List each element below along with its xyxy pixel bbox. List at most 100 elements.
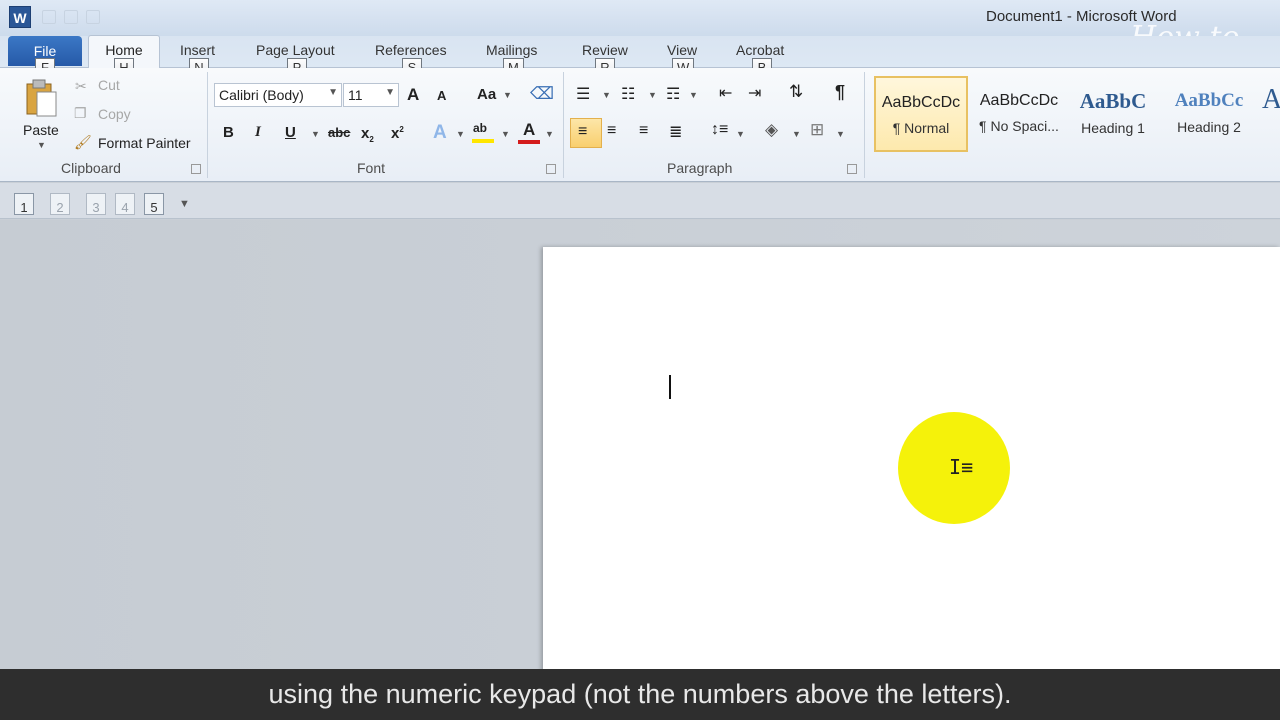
subscript-button[interactable]: x2 bbox=[361, 125, 374, 144]
style-heading-1[interactable]: AaBbC Heading 1 bbox=[1066, 76, 1160, 152]
chevron-down-icon: ▼ bbox=[328, 87, 338, 98]
highlight-color-bar bbox=[472, 139, 494, 143]
tab-insert[interactable]: Insert bbox=[180, 42, 215, 58]
change-case-button[interactable]: Aa bbox=[477, 86, 496, 103]
clipboard-group-label: Clipboard bbox=[61, 160, 121, 176]
font-launcher-icon[interactable] bbox=[546, 164, 556, 174]
increase-indent-icon[interactable]: ⇥ bbox=[748, 83, 761, 103]
copy-icon[interactable]: ❐ bbox=[74, 105, 87, 122]
cut-icon[interactable]: ✂ bbox=[75, 78, 87, 95]
customize-toolbar-icon[interactable]: ▼ bbox=[179, 198, 190, 210]
font-name-combo[interactable]: Calibri (Body) ▼ bbox=[214, 83, 342, 107]
borders-icon[interactable]: ⊞ bbox=[810, 120, 824, 140]
ibeam-cursor-icon: I≡ bbox=[949, 455, 974, 479]
align-center-icon[interactable]: ≡ bbox=[607, 122, 616, 140]
font-color-dropdown-icon[interactable]: ▼ bbox=[545, 129, 554, 139]
text-effects-dropdown-icon[interactable]: ▼ bbox=[456, 129, 465, 139]
document-page[interactable]: I≡ bbox=[543, 247, 1280, 677]
bullets-dropdown-icon[interactable]: ▼ bbox=[602, 90, 611, 100]
borders-dropdown-icon[interactable]: ▼ bbox=[836, 129, 845, 139]
title-bar: W Document1 - Microsoft Word How to bbox=[0, 0, 1280, 55]
paste-dropdown-icon[interactable]: ▼ bbox=[37, 140, 46, 150]
save-icon[interactable] bbox=[42, 10, 56, 24]
group-divider bbox=[563, 72, 564, 178]
italic-button[interactable]: I bbox=[255, 124, 261, 141]
shading-dropdown-icon[interactable]: ▼ bbox=[792, 129, 801, 139]
text-effects-button[interactable]: A bbox=[433, 122, 447, 144]
multilevel-dropdown-icon[interactable]: ▼ bbox=[689, 90, 698, 100]
align-right-icon[interactable]: ≡ bbox=[639, 122, 648, 140]
underline-button[interactable]: U bbox=[285, 124, 296, 141]
align-left-icon: ≡ bbox=[578, 123, 588, 140]
tab-mailings[interactable]: Mailings bbox=[486, 42, 537, 58]
ribbon-tabs: File Home Insert Page Layout References … bbox=[0, 35, 1280, 77]
redo-icon[interactable] bbox=[86, 10, 100, 24]
styles-gallery: AaBbCcDc ¶ Normal AaBbCcDc ¶ No Spaci...… bbox=[872, 76, 1280, 154]
style-title-partial[interactable]: A bbox=[1262, 84, 1280, 116]
style-normal-sample: AaBbCcDc bbox=[881, 94, 961, 111]
strikethrough-button[interactable]: abc bbox=[328, 125, 350, 140]
font-color-button[interactable]: A bbox=[523, 120, 535, 140]
bold-button[interactable]: B bbox=[223, 124, 234, 141]
strip-button-5[interactable]: 5 bbox=[144, 193, 164, 215]
underline-dropdown-icon[interactable]: ▼ bbox=[311, 129, 320, 139]
chevron-down-icon: ▼ bbox=[385, 87, 395, 98]
style-heading-2-name: Heading 2 bbox=[1177, 119, 1241, 135]
show-marks-icon[interactable]: ¶ bbox=[835, 82, 845, 103]
highlight-dropdown-icon[interactable]: ▼ bbox=[501, 129, 510, 139]
word-app-icon[interactable]: W bbox=[9, 6, 31, 28]
clear-formatting-icon[interactable]: ⌫ bbox=[530, 84, 554, 104]
strip-button-3[interactable]: 3 bbox=[86, 193, 106, 215]
style-heading-2[interactable]: AaBbCc Heading 2 bbox=[1162, 76, 1256, 152]
paragraph-launcher-icon[interactable] bbox=[847, 164, 857, 174]
ribbon-home: Paste ▼ ✂ Cut ❐ Copy 🖌 Format Painter Cl… bbox=[0, 68, 1280, 182]
numbering-dropdown-icon[interactable]: ▼ bbox=[648, 90, 657, 100]
caption-bar: using the numeric keypad (not the number… bbox=[0, 669, 1280, 720]
style-no-spacing-sample: AaBbCcDc bbox=[979, 92, 1059, 109]
text-insertion-cursor bbox=[669, 375, 671, 399]
numbering-icon[interactable]: ☷ bbox=[621, 84, 635, 104]
group-divider bbox=[207, 72, 208, 178]
style-no-spacing-name: ¶ No Spaci... bbox=[979, 118, 1059, 134]
line-spacing-dropdown-icon[interactable]: ▼ bbox=[736, 129, 745, 139]
tab-view[interactable]: View bbox=[667, 42, 697, 58]
highlight-button[interactable]: ab bbox=[473, 121, 487, 135]
superscript-button[interactable]: x2 bbox=[391, 125, 404, 142]
paste-icon[interactable] bbox=[24, 78, 58, 118]
style-normal-name: ¶ Normal bbox=[892, 120, 950, 136]
change-case-dropdown-icon[interactable]: ▼ bbox=[503, 90, 512, 100]
format-painter-button[interactable]: Format Painter bbox=[98, 135, 191, 151]
decrease-indent-icon[interactable]: ⇤ bbox=[719, 83, 732, 103]
style-normal[interactable]: AaBbCcDc ¶ Normal bbox=[874, 76, 968, 152]
sort-icon[interactable]: ⇅ bbox=[789, 82, 803, 102]
align-left-button[interactable]: ≡ bbox=[570, 118, 602, 148]
strip-button-4[interactable]: 4 bbox=[115, 193, 135, 215]
shrink-font-button[interactable]: A bbox=[437, 88, 446, 103]
multilevel-list-icon[interactable]: ☶ bbox=[666, 84, 680, 104]
cut-button[interactable]: Cut bbox=[98, 77, 120, 93]
group-divider bbox=[864, 72, 865, 178]
bullets-icon[interactable]: ☰ bbox=[576, 84, 590, 104]
paste-button[interactable]: Paste bbox=[23, 122, 59, 138]
justify-icon[interactable]: ≣ bbox=[669, 122, 682, 142]
line-spacing-icon[interactable]: ↕≡ bbox=[711, 121, 728, 139]
strip-button-2[interactable]: 2 bbox=[50, 193, 70, 215]
style-heading-1-name: Heading 1 bbox=[1081, 120, 1145, 136]
tab-review[interactable]: Review bbox=[582, 42, 628, 58]
clipboard-launcher-icon[interactable] bbox=[191, 164, 201, 174]
style-no-spacing[interactable]: AaBbCcDc ¶ No Spaci... bbox=[972, 76, 1066, 152]
undo-icon[interactable] bbox=[64, 10, 78, 24]
font-color-bar bbox=[518, 140, 540, 144]
style-heading-2-sample: AaBbCc bbox=[1174, 90, 1244, 111]
font-name-value: Calibri (Body) bbox=[219, 87, 304, 103]
tab-references[interactable]: References bbox=[375, 42, 447, 58]
tab-page-layout[interactable]: Page Layout bbox=[256, 42, 335, 58]
tab-acrobat[interactable]: Acrobat bbox=[736, 42, 784, 58]
copy-button[interactable]: Copy bbox=[98, 106, 131, 122]
font-size-combo[interactable]: 11 ▼ bbox=[343, 83, 399, 107]
grow-font-button[interactable]: A bbox=[407, 85, 419, 105]
shading-icon[interactable]: ◈ bbox=[765, 120, 778, 140]
document-workspace: I≡ bbox=[0, 220, 1280, 677]
strip-button-1[interactable]: 1 bbox=[14, 193, 34, 215]
format-painter-icon[interactable]: 🖌 bbox=[74, 134, 92, 151]
